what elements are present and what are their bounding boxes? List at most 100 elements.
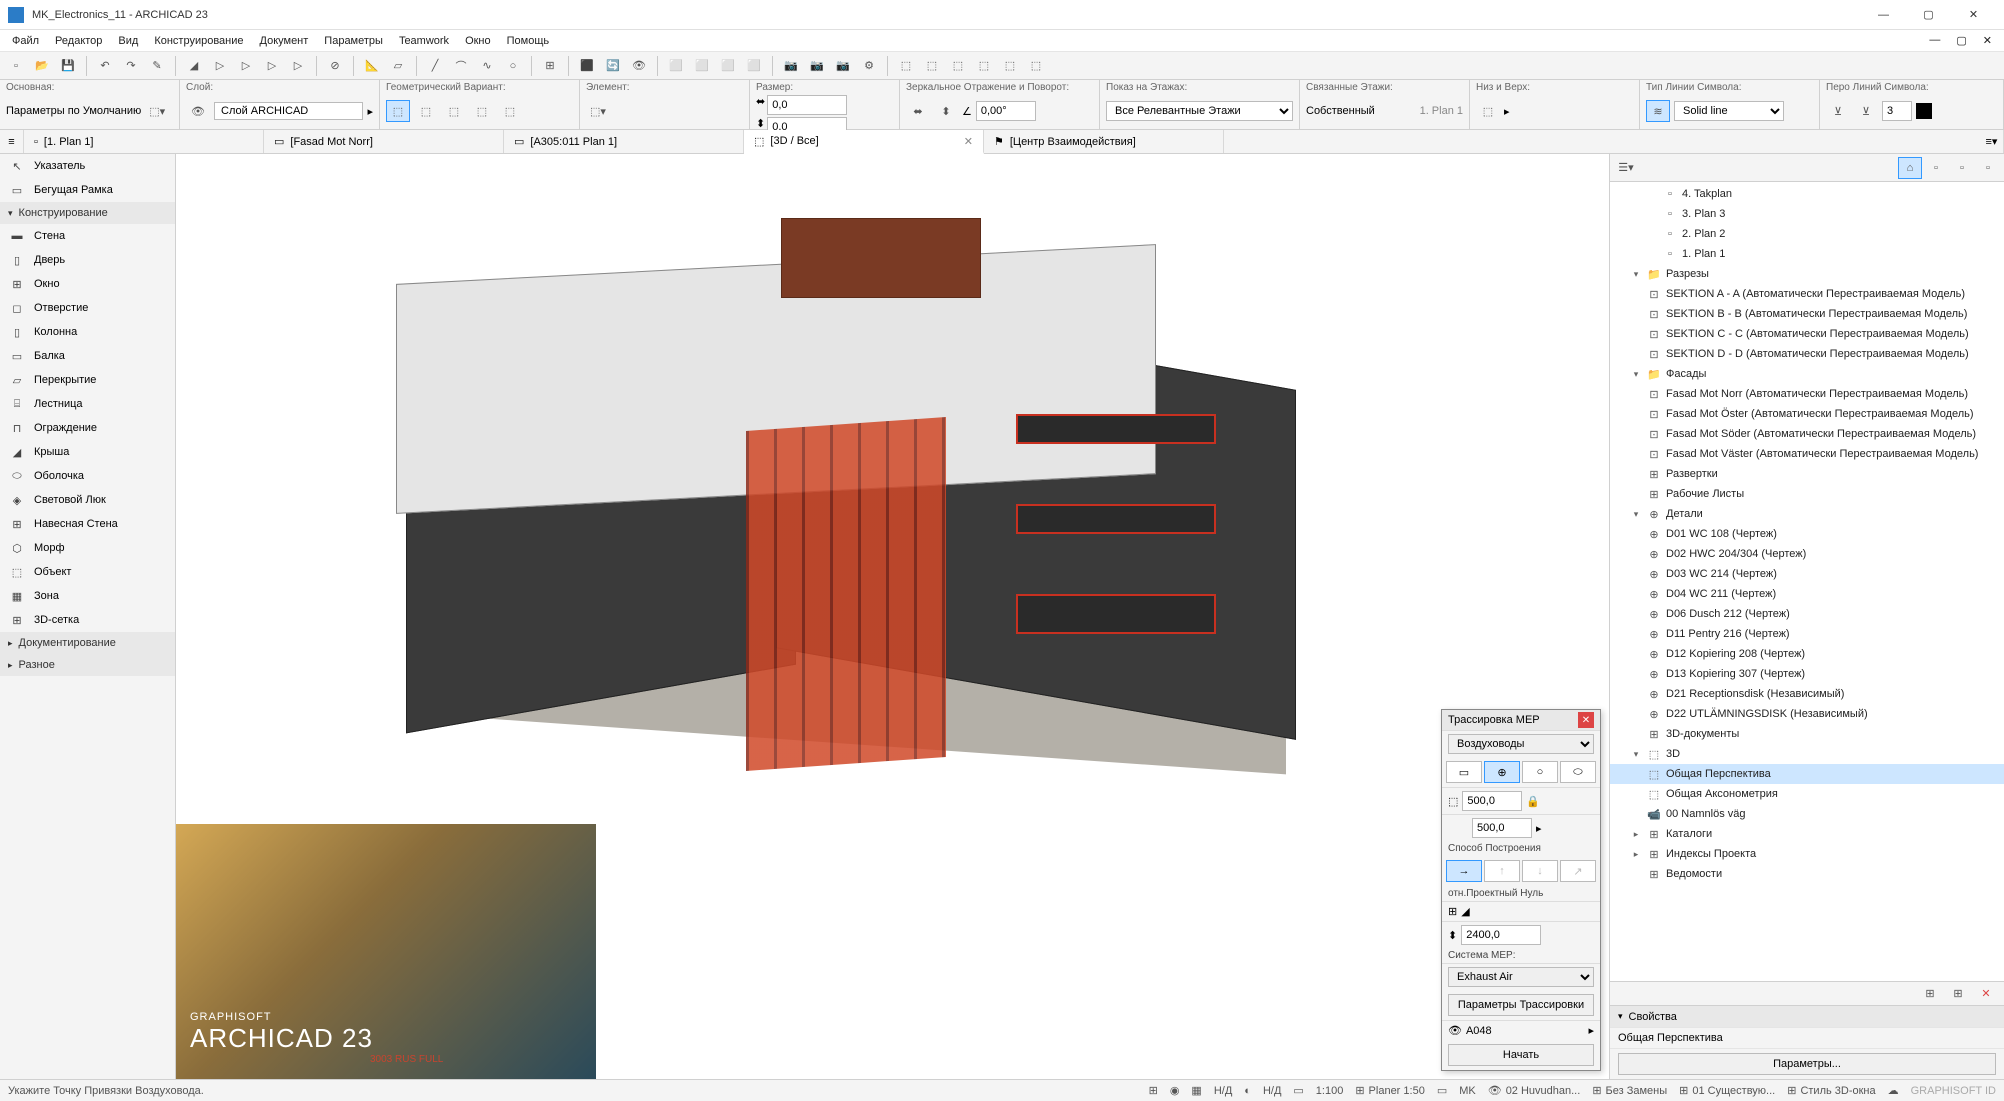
tree-sections[interactable]: ▾📁Разрезы xyxy=(1610,264,2004,284)
mdi-close[interactable]: ✕ xyxy=(1975,32,2000,49)
element-icon[interactable]: ⬚▾ xyxy=(586,100,610,122)
mirror-h-icon[interactable]: ⬌ xyxy=(906,100,930,122)
size-x-input[interactable] xyxy=(767,95,847,115)
linetype-select[interactable]: Solid line xyxy=(1674,101,1784,121)
nav-project-icon[interactable]: ⌂ xyxy=(1898,157,1922,179)
properties-header[interactable]: Свойства xyxy=(1610,1005,2004,1027)
sb-opt-f[interactable]: ▭ xyxy=(1437,1084,1447,1097)
mep-f-icon[interactable]: ⬚ xyxy=(1024,55,1048,77)
anchor-grid-icon[interactable]: ⊞ xyxy=(1448,905,1457,918)
tool-beam[interactable]: ▭Балка xyxy=(0,344,175,368)
collapse-icon[interactable]: ▾ xyxy=(1630,749,1642,760)
tree-indexes[interactable]: ▸⊞Индексы Проекта xyxy=(1610,844,2004,864)
chevron-right-icon[interactable]: ▸ xyxy=(1588,1024,1594,1037)
arc-icon[interactable]: ⌒ xyxy=(449,55,473,77)
tab-layout[interactable]: ▭[A305:011 Plan 1] xyxy=(504,130,744,153)
mep-system-type-select[interactable]: Воздуховоды xyxy=(1448,734,1594,754)
menu-teamwork[interactable]: Teamwork xyxy=(391,33,457,49)
tree-story-1[interactable]: ▫1. Plan 1 xyxy=(1610,244,2004,264)
shape-opt-4[interactable]: ⬭ xyxy=(1560,761,1596,783)
tree-el-e[interactable]: ⊡Fasad Mot Öster (Автоматически Перестра… xyxy=(1610,404,2004,424)
tool-door[interactable]: ▯Дверь xyxy=(0,248,175,272)
tool-stair[interactable]: ⌸Лестница xyxy=(0,392,175,416)
tool-shell[interactable]: ⬭Оболочка xyxy=(0,464,175,488)
sb-3dstyle[interactable]: ⊞ Стиль 3D-окна xyxy=(1787,1084,1875,1097)
tree-d02[interactable]: ⊕D02 HWC 204/304 (Чертеж) xyxy=(1610,544,2004,564)
view-b-icon[interactable]: ⬜ xyxy=(690,55,714,77)
orbit-icon[interactable]: 🔄 xyxy=(601,55,625,77)
collapse-icon[interactable]: ▾ xyxy=(1630,269,1642,280)
menu-parameters[interactable]: Параметры xyxy=(316,33,391,49)
sb-story[interactable]: 👁 02 Huvudhan... xyxy=(1488,1084,1581,1097)
nav-layout-icon[interactable]: ▫ xyxy=(1950,157,1974,179)
tree-axonometry[interactable]: ⬚Общая Аксонометрия xyxy=(1610,784,2004,804)
menu-editor[interactable]: Редактор xyxy=(47,33,110,49)
tool-railing[interactable]: ⊓Ограждение xyxy=(0,416,175,440)
view-a-icon[interactable]: ⬜ xyxy=(664,55,688,77)
maximize-button[interactable]: ▢ xyxy=(1906,0,1951,30)
tree-el-n[interactable]: ⊡Fasad Mot Norr (Автоматически Перестраи… xyxy=(1610,384,2004,404)
mep-c-icon[interactable]: ⬚ xyxy=(946,55,970,77)
ruler-icon[interactable]: ◢ xyxy=(182,55,206,77)
pen-input[interactable] xyxy=(1882,101,1912,121)
expand-icon[interactable]: ▸ xyxy=(1630,849,1642,860)
anchor-mode-icon[interactable]: ◢ xyxy=(1461,905,1469,918)
tree-sec-b[interactable]: ⊡SEKTION B - B (Автоматически Перестраив… xyxy=(1610,304,2004,324)
geom-opt-2[interactable]: ⬚ xyxy=(414,100,438,122)
menu-help[interactable]: Помощь xyxy=(499,33,558,49)
nav-action-b-icon[interactable]: ⊞ xyxy=(1946,983,1970,1005)
cam-a-icon[interactable]: 📷 xyxy=(779,55,803,77)
grid-icon[interactable]: ⊞ xyxy=(538,55,562,77)
toggle-c-icon[interactable]: ▷ xyxy=(260,55,284,77)
tree-sec-c[interactable]: ⊡SEKTION C - C (Автоматически Перестраив… xyxy=(1610,324,2004,344)
mep-a-icon[interactable]: ⬚ xyxy=(894,55,918,77)
undo-icon[interactable]: ↶ xyxy=(93,55,117,77)
linetype-icon[interactable]: ≋ xyxy=(1646,100,1670,122)
toolgroup-design[interactable]: Конструирование xyxy=(0,202,175,224)
nav-action-c-icon[interactable]: ✕ xyxy=(1974,983,1998,1005)
tree-story-2[interactable]: ▫2. Plan 2 xyxy=(1610,224,2004,244)
explore-icon[interactable]: 👁 xyxy=(627,55,651,77)
tree-d06[interactable]: ⊕D06 Dusch 212 (Чертеж) xyxy=(1610,604,2004,624)
palette-close-icon[interactable]: ✕ xyxy=(1578,712,1594,728)
nav-publisher-icon[interactable]: ▫ xyxy=(1976,157,2000,179)
tab-action[interactable]: ⚑[Центр Взаимодействия] xyxy=(984,130,1224,153)
tree-d11[interactable]: ⊕D11 Pentry 216 (Чертеж) xyxy=(1610,624,2004,644)
view-d-icon[interactable]: ⬜ xyxy=(742,55,766,77)
nav-view-icon[interactable]: ▫ xyxy=(1924,157,1948,179)
topbot-more-icon[interactable]: ▸ xyxy=(1504,105,1510,118)
tab-plan1[interactable]: ▫[1. Plan 1] xyxy=(24,130,264,153)
mep-e-icon[interactable]: ⬚ xyxy=(998,55,1022,77)
tree-d22[interactable]: ⊕D22 UTLÄMNINGSDISK (Независимый) xyxy=(1610,704,2004,724)
redo-icon[interactable]: ↷ xyxy=(119,55,143,77)
sb-replace[interactable]: ⊞ Без Замены xyxy=(1592,1084,1667,1097)
menu-view[interactable]: Вид xyxy=(110,33,146,49)
dir-up[interactable]: ↑ xyxy=(1484,860,1520,882)
toolgroup-doc[interactable]: Документирование xyxy=(0,632,175,654)
dim1-input[interactable] xyxy=(1462,791,1522,811)
suspend-icon[interactable]: ⊘ xyxy=(323,55,347,77)
tool-roof[interactable]: ◢Крыша xyxy=(0,440,175,464)
menu-file[interactable]: Файл xyxy=(4,33,47,49)
cam-d-icon[interactable]: ⚙ xyxy=(857,55,881,77)
menu-document[interactable]: Документ xyxy=(252,33,317,49)
tab-nav-menu[interactable]: ≡ xyxy=(0,130,24,153)
viewport-3d[interactable]: GRAPHISOFT ARCHICAD 23 3003 RUS FULL Тра… xyxy=(176,154,1609,1079)
sb-scale[interactable]: 1:100 xyxy=(1316,1085,1344,1097)
save-icon[interactable]: 💾 xyxy=(56,55,80,77)
tree-d03[interactable]: ⊕D03 WC 214 (Чертеж) xyxy=(1610,564,2004,584)
geom-opt-1[interactable]: ⬚ xyxy=(386,100,410,122)
toggle-b-icon[interactable]: ▷ xyxy=(234,55,258,77)
tree-story-4[interactable]: ▫4. Takplan xyxy=(1610,184,2004,204)
sb-opt-e[interactable]: ▭ xyxy=(1293,1084,1303,1097)
tree-elevations[interactable]: ▾📁Фасады xyxy=(1610,364,2004,384)
sb-nd2[interactable]: Н/Д xyxy=(1263,1085,1281,1097)
tree-d04[interactable]: ⊕D04 WC 211 (Чертеж) xyxy=(1610,584,2004,604)
topbot-icon[interactable]: ⬚ xyxy=(1476,100,1500,122)
tree-sec-d[interactable]: ⊡SEKTION D - D (Автоматически Перестраив… xyxy=(1610,344,2004,364)
nav-menu-icon[interactable]: ☰▾ xyxy=(1614,157,1638,179)
tool-skylight[interactable]: ◈Световой Люк xyxy=(0,488,175,512)
pen-icon-b[interactable]: ⊻ xyxy=(1854,100,1878,122)
tree-3ddocs[interactable]: ⊞3D-документы xyxy=(1610,724,2004,744)
tree-details[interactable]: ▾⊕Детали xyxy=(1610,504,2004,524)
